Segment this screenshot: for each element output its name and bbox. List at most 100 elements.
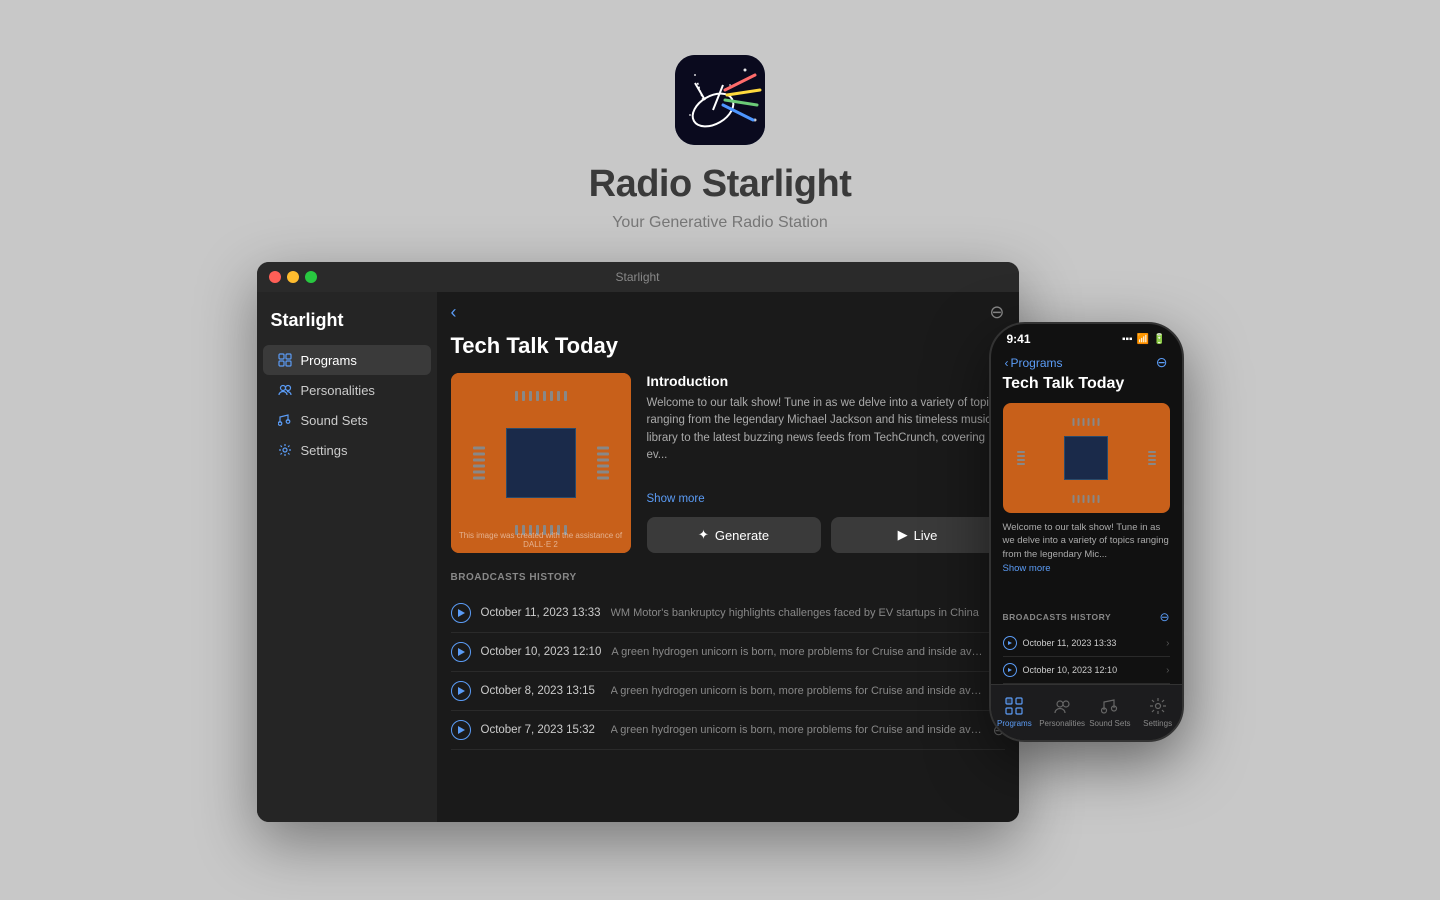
sidebar-item-personalities[interactable]: Personalities <box>263 375 431 405</box>
iphone-back-label: Programs <box>1011 356 1063 370</box>
play-icon-2[interactable] <box>451 681 471 701</box>
program-image: This image was created with the assistan… <box>451 373 631 553</box>
mac-minimize-button[interactable] <box>287 271 299 283</box>
iphone-broadcasts-more[interactable]: ⊖ <box>1159 610 1169 624</box>
app-title: Radio Starlight <box>589 163 852 206</box>
iphone-mockup: 9:41 ▪▪▪ 📶 🔋 ‹ Programs ⊖ Tech Talk Toda… <box>989 322 1184 742</box>
table-row[interactable]: October 11, 2023 13:33 WM Motor's bankru… <box>451 594 1005 633</box>
iphone-tab-settings-label: Settings <box>1143 719 1172 728</box>
iphone-program-image <box>1003 403 1170 513</box>
battery-icon: 🔋 <box>1153 334 1165 345</box>
table-row[interactable]: October 7, 2023 15:32 A green hydrogen u… <box>451 711 1005 750</box>
broadcast-date-0: October 11, 2023 13:33 <box>481 607 601 619</box>
live-button[interactable]: ▶ Live <box>831 517 1005 553</box>
broadcast-desc-3: A green hydrogen unicorn is born, more p… <box>611 724 983 736</box>
iphone-tab-sound-sets[interactable]: Sound Sets <box>1086 695 1134 728</box>
mac-window-controls <box>269 271 317 283</box>
broadcasts-header: BROADCASTS HISTORY ⊖ <box>451 569 1005 586</box>
iphone-tabbar: Programs Personalities <box>991 684 1182 740</box>
iphone-show-more[interactable]: Show more <box>1003 563 1170 574</box>
iphone-tab-personalities[interactable]: Personalities <box>1038 695 1086 728</box>
iphone-time: 9:41 <box>1007 332 1031 346</box>
iphone-programs-icon <box>1003 695 1025 717</box>
iphone-tab-settings[interactable]: Settings <box>1134 695 1182 728</box>
window-title: Starlight <box>615 270 659 284</box>
screenshots-container: Starlight Starlight Programs <box>257 262 1184 822</box>
iphone-content: Tech Talk Today <box>991 375 1182 604</box>
iphone-personalities-icon <box>1051 695 1073 717</box>
sidebar-item-programs[interactable]: Programs <box>263 345 431 375</box>
app-subtitle: Your Generative Radio Station <box>612 214 828 232</box>
list-item[interactable]: October 10, 2023 12:10 › <box>1003 657 1170 684</box>
back-chevron-icon: ‹ <box>1005 356 1009 370</box>
mac-titlebar: Starlight <box>257 262 1019 292</box>
play-icon-0[interactable] <box>451 603 471 623</box>
iphone-broadcasts-section: BROADCASTS HISTORY ⊖ October 11, 2023 13… <box>991 604 1182 684</box>
iphone-tab-programs[interactable]: Programs <box>991 695 1039 728</box>
intro-heading: Introduction <box>647 373 1005 389</box>
iphone-tab-personalities-label: Personalities <box>1039 719 1085 728</box>
broadcasts-list: October 11, 2023 13:33 WM Motor's bankru… <box>451 594 1005 750</box>
mac-main-panel: ‹ ⊖ Tech Talk Today <box>437 292 1019 822</box>
iphone-more-button[interactable]: ⊖ <box>1156 354 1168 371</box>
sidebar-personalities-label: Personalities <box>301 383 375 398</box>
broadcast-desc-1: A green hydrogen unicorn is born, more p… <box>611 646 982 658</box>
personalities-icon <box>277 382 293 398</box>
iphone-broadcasts-header: BROADCASTS HISTORY ⊖ <box>1003 610 1170 624</box>
app-icon-wrapper <box>675 55 765 145</box>
sidebar-sound-sets-label: Sound Sets <box>301 413 368 428</box>
iphone-play-icon-1[interactable] <box>1003 663 1017 677</box>
action-buttons: ✦ Generate ▶ Live <box>647 517 1005 553</box>
iphone-back-button[interactable]: ‹ Programs <box>1005 356 1063 370</box>
generate-icon: ✦ <box>698 527 709 543</box>
more-options-button[interactable]: ⊖ <box>989 302 1004 323</box>
broadcast-desc-2: A green hydrogen unicorn is born, more p… <box>611 685 983 697</box>
iphone-broadcasts-title: BROADCASTS HISTORY <box>1003 612 1112 622</box>
mac-sidebar: Starlight Programs <box>257 292 437 822</box>
broadcast-date-2: October 8, 2023 13:15 <box>481 685 601 697</box>
broadcast-date-3: October 7, 2023 15:32 <box>481 724 601 736</box>
play-icon-1[interactable] <box>451 642 471 662</box>
iphone-play-icon-0[interactable] <box>1003 636 1017 650</box>
program-title: Tech Talk Today <box>451 333 1005 359</box>
iphone-broadcast-date-0: October 11, 2023 13:33 <box>1023 638 1117 648</box>
mac-main-header: ‹ ⊖ <box>437 292 1019 333</box>
iphone-sound-sets-icon <box>1099 695 1121 717</box>
live-icon: ▶ <box>898 527 908 543</box>
iphone-broadcast-date-1: October 10, 2023 12:10 <box>1023 665 1118 675</box>
play-icon-3[interactable] <box>451 720 471 740</box>
wifi-icon: 📶 <box>1137 334 1149 345</box>
program-card: This image was created with the assistan… <box>451 373 1005 553</box>
program-info: Introduction Welcome to our talk show! T… <box>647 373 1005 553</box>
iphone-status-bar: 9:41 ▪▪▪ 📶 🔋 <box>991 324 1182 350</box>
image-credit: This image was created with the assistan… <box>451 531 631 549</box>
back-button[interactable]: ‹ <box>451 302 457 323</box>
sidebar-item-settings[interactable]: Settings <box>263 435 431 465</box>
table-row[interactable]: October 8, 2023 13:15 A green hydrogen u… <box>451 672 1005 711</box>
intro-text: Welcome to our talk show! Tune in as we … <box>647 395 1005 489</box>
table-row[interactable]: October 10, 2023 12:10 A green hydrogen … <box>451 633 1005 672</box>
iphone-tab-programs-label: Programs <box>997 719 1032 728</box>
signal-icon: ▪▪▪ <box>1122 334 1133 345</box>
iphone-broadcast-chevron-1: › <box>1166 665 1169 676</box>
broadcast-date-1: October 10, 2023 12:10 <box>481 646 602 658</box>
settings-icon <box>277 442 293 458</box>
sidebar-item-sound-sets[interactable]: Sound Sets <box>263 405 431 435</box>
generate-button[interactable]: ✦ Generate <box>647 517 821 553</box>
mac-main-body: Tech Talk Today <box>437 333 1019 822</box>
app-icon <box>675 55 765 145</box>
iphone-nav: ‹ Programs ⊖ <box>991 350 1182 375</box>
list-item[interactable]: October 11, 2023 13:33 › <box>1003 630 1170 657</box>
iphone-program-title: Tech Talk Today <box>1003 375 1170 393</box>
broadcasts-title: BROADCASTS HISTORY <box>451 572 577 583</box>
show-more-link[interactable]: Show more <box>647 493 1005 505</box>
iphone-broadcast-chevron-0: › <box>1166 638 1169 649</box>
iphone-status-icons: ▪▪▪ 📶 🔋 <box>1122 334 1166 345</box>
mac-maximize-button[interactable] <box>305 271 317 283</box>
mac-close-button[interactable] <box>269 271 281 283</box>
broadcast-desc-0: WM Motor's bankruptcy highlights challen… <box>611 607 983 619</box>
iphone-intro-text: Welcome to our talk show! Tune in as we … <box>1003 521 1170 561</box>
sidebar-programs-label: Programs <box>301 353 357 368</box>
mac-window: Starlight Starlight Programs <box>257 262 1019 822</box>
iphone-tab-sound-sets-label: Sound Sets <box>1089 719 1130 728</box>
